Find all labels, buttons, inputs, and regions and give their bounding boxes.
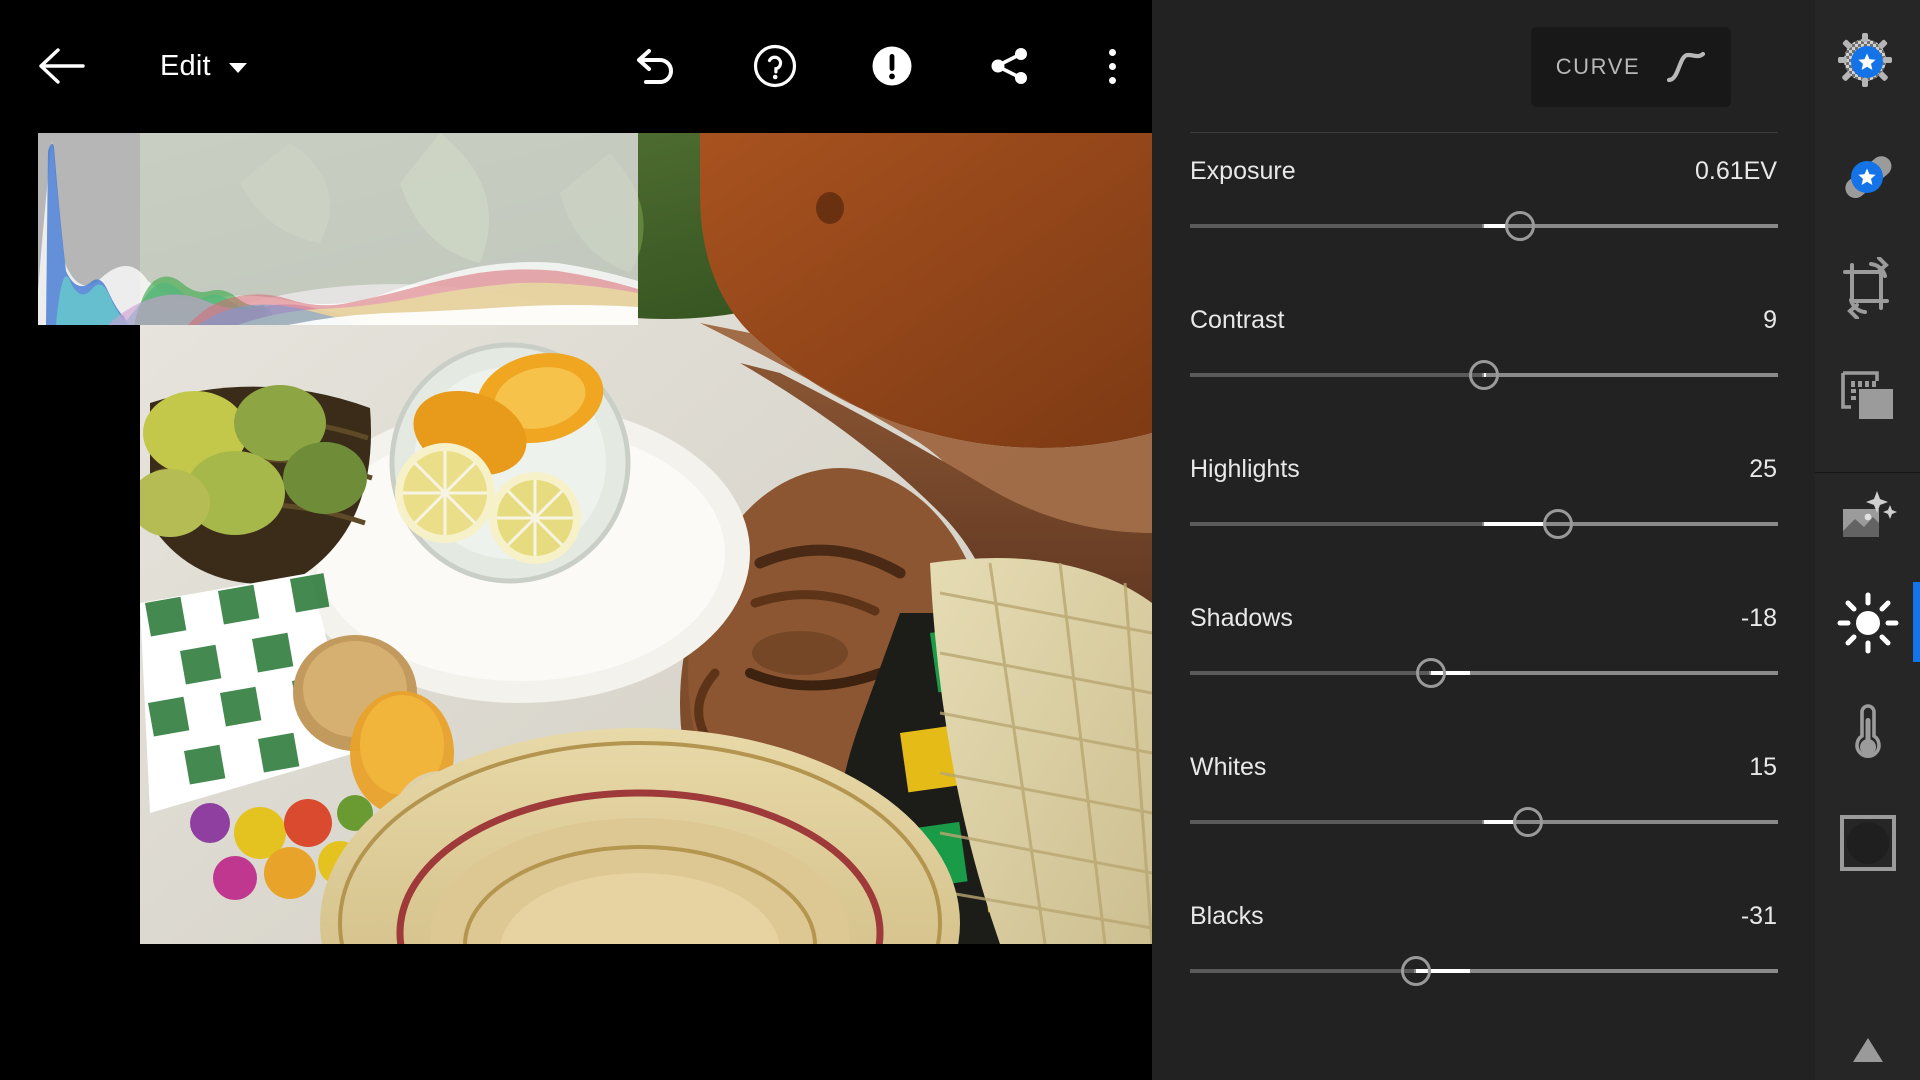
slider-value-blacks: -31 [1740, 902, 1777, 930]
canvas-area: Edit [0, 0, 1152, 1080]
slider-track-fill [1484, 522, 1544, 526]
slider-track-contrast[interactable] [1190, 360, 1778, 390]
slider-row-whites: Whites 15 [1152, 729, 1815, 844]
slider-thumb-whites[interactable] [1513, 807, 1544, 837]
histogram-chart [38, 141, 638, 325]
rail-item-presets[interactable] [1815, 345, 1920, 450]
slider-track-blacks[interactable] [1190, 956, 1778, 986]
slider-track-inactive [1190, 373, 1482, 377]
slider-track-highlights[interactable] [1190, 509, 1778, 539]
slider-track-inactive [1190, 522, 1482, 526]
slider-track-inactive [1190, 820, 1482, 824]
more-vertical-icon [1108, 48, 1116, 84]
tool-rail [1815, 0, 1920, 1080]
curve-button-label: CURVE [1555, 54, 1641, 79]
chevron-up-icon[interactable] [1852, 1038, 1883, 1062]
edit-panel: CURVE Exposure 0.61EV Contrast 9 Highlights 2… [1152, 0, 1815, 1080]
slider-label-blacks: Blacks [1190, 902, 1264, 930]
curve-button[interactable]: CURVE [1531, 27, 1731, 107]
healing-brush-icon [1837, 147, 1899, 209]
slider-label-exposure: Exposure [1190, 157, 1296, 185]
selective-mask-icon [1837, 32, 1899, 94]
color-thermometer-icon [1837, 702, 1899, 764]
rail-item-light[interactable] [1815, 570, 1920, 675]
rail-item-crop[interactable] [1815, 235, 1920, 340]
page-title: Edit [160, 49, 211, 82]
slider-value-contrast: 9 [1763, 306, 1777, 334]
top-toolbar: Edit [0, 0, 1152, 133]
slider-row-blacks: Blacks -31 [1152, 878, 1815, 993]
slider-label-contrast: Contrast [1190, 306, 1285, 334]
slider-label-shadows: Shadows [1190, 604, 1293, 632]
rail-item-effects[interactable] [1815, 790, 1920, 895]
panel-header: CURVE [1152, 0, 1815, 133]
back-button[interactable] [30, 36, 92, 96]
rail-item-selective[interactable] [1815, 10, 1920, 115]
slider-row-contrast: Contrast 9 [1152, 282, 1815, 397]
more-button[interactable] [1090, 36, 1134, 96]
undo-icon [637, 49, 673, 84]
slider-thumb-shadows[interactable] [1416, 658, 1447, 688]
slider-thumb-blacks[interactable] [1401, 956, 1432, 986]
slider-track-shadows[interactable] [1190, 658, 1778, 688]
slider-value-shadows: -18 [1740, 604, 1777, 632]
exclamation-circle-icon [872, 46, 912, 86]
rail-item-healing[interactable] [1815, 125, 1920, 230]
presets-icon [1837, 367, 1899, 429]
slider-thumb-contrast[interactable] [1469, 360, 1499, 390]
slider-track-exposure[interactable] [1190, 211, 1778, 241]
slider-value-whites: 15 [1749, 753, 1777, 781]
slider-thumb-exposure[interactable] [1504, 211, 1535, 241]
help-button[interactable] [745, 36, 805, 96]
rail-active-indicator [1913, 582, 1920, 662]
app-root: Edit CURVE Exposure 0.61EV Contrast 9 Hi… [0, 0, 1920, 1080]
star-badge [1850, 160, 1883, 193]
slider-track-inactive [1190, 224, 1482, 228]
crop-rotate-icon [1837, 255, 1899, 320]
chevron-down-icon [228, 63, 247, 73]
slider-label-highlights: Highlights [1190, 455, 1300, 483]
slider-track-inactive [1190, 671, 1430, 675]
rail-item-auto[interactable] [1815, 465, 1920, 570]
light-sun-icon [1837, 592, 1899, 654]
star-icon [1857, 53, 1876, 70]
question-circle-icon [753, 44, 797, 88]
share-icon [991, 48, 1027, 84]
star-icon [1857, 168, 1876, 185]
slider-track-inactive [1190, 969, 1415, 973]
slider-value-highlights: 25 [1749, 455, 1777, 483]
auto-enhance-icon [1837, 487, 1899, 549]
arrow-left-icon [39, 48, 85, 84]
edit-title-dropdown[interactable]: Edit [160, 36, 247, 96]
slider-thumb-highlights[interactable] [1542, 509, 1573, 539]
histogram-overlay[interactable] [38, 131, 638, 325]
slider-label-whites: Whites [1190, 753, 1267, 781]
share-button[interactable] [980, 36, 1040, 96]
undo-button[interactable] [625, 36, 685, 96]
rail-item-color[interactable] [1815, 680, 1920, 785]
slider-track-fill [1484, 224, 1506, 228]
effects-vignette-icon [1837, 812, 1899, 874]
slider-row-highlights: Highlights 25 [1152, 431, 1815, 546]
slider-track-fill [1484, 820, 1515, 824]
tone-curve-icon [1667, 51, 1706, 83]
alert-button[interactable] [862, 36, 922, 96]
slider-track-whites[interactable] [1190, 807, 1778, 837]
slider-row-exposure: Exposure 0.61EV [1152, 133, 1815, 248]
star-badge [1850, 45, 1883, 78]
slider-value-exposure: 0.61EV [1694, 157, 1777, 185]
slider-row-shadows: Shadows -18 [1152, 580, 1815, 695]
